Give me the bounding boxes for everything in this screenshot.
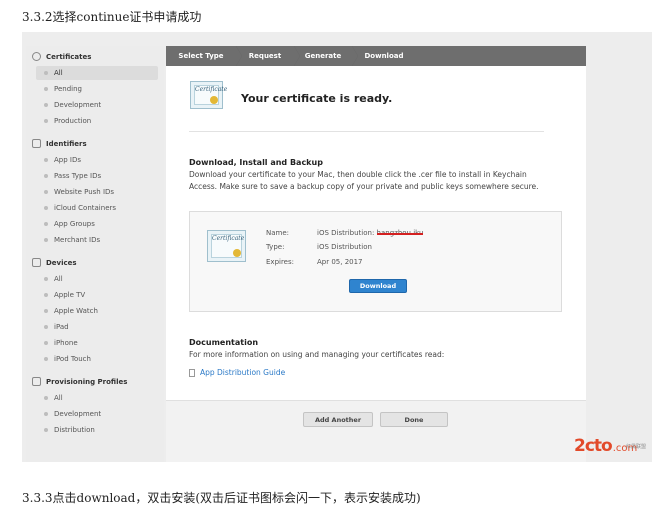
sidebar-item-app-groups[interactable]: App Groups xyxy=(36,217,158,231)
name-label: Name: xyxy=(266,229,290,237)
sidebar-item-icloud-containers[interactable]: iCloud Containers xyxy=(36,201,158,215)
step-generate: Generate xyxy=(294,46,358,66)
ready-title: Your certificate is ready. xyxy=(241,92,393,105)
device-icon xyxy=(32,258,41,267)
sidebar-item-devices-all[interactable]: All xyxy=(36,272,158,286)
step-select-type: Select Type xyxy=(166,46,242,66)
certificate-icon xyxy=(32,52,41,61)
sidebar-item-app-ids[interactable]: App IDs xyxy=(36,153,158,167)
download-text-line-1: Download your certificate to your Mac, t… xyxy=(189,170,527,179)
sidebar-item-apple-watch[interactable]: Apple Watch xyxy=(36,304,158,318)
sidebar-heading-provisioning-profiles[interactable]: Provisioning Profiles xyxy=(32,377,127,386)
sidebar-item-profiles-all[interactable]: All xyxy=(36,391,158,405)
certificate-icon-large: Certificate xyxy=(190,81,227,109)
name-value: iOS Distribution: hangzhou iku xyxy=(317,229,424,237)
sidebar-item-profiles-distribution[interactable]: Distribution xyxy=(36,423,158,437)
documentation-text: For more information on using and managi… xyxy=(189,350,445,359)
expires-value: Apr 05, 2017 xyxy=(317,258,363,266)
watermark-small-text: 红黑联盟 xyxy=(626,444,647,450)
sidebar-item-website-push-ids[interactable]: Website Push IDs xyxy=(36,185,158,199)
expires-label: Expires: xyxy=(266,258,294,266)
download-text-line-2: Access. Make sure to save a backup copy … xyxy=(189,182,539,191)
sidebar-item-apple-tv[interactable]: Apple TV xyxy=(36,288,158,302)
step-progress-bar: Select Type Request Generate Download xyxy=(166,46,586,66)
sidebar-item-merchant-ids[interactable]: Merchant IDs xyxy=(36,233,158,247)
done-button[interactable]: Done xyxy=(380,412,448,427)
divider xyxy=(189,131,544,132)
download-heading: Download, Install and Backup xyxy=(189,158,323,167)
sidebar-item-iphone[interactable]: iPhone xyxy=(36,336,158,350)
section-heading-top: 3.3.2选择continue证书申请成功 xyxy=(22,10,202,24)
type-label: Type: xyxy=(266,243,285,251)
sidebar-item-certificates-all[interactable]: All xyxy=(36,66,158,80)
document-icon xyxy=(189,368,195,377)
document-icon xyxy=(32,377,41,386)
step-download: Download xyxy=(352,46,416,66)
sidebar-heading-devices[interactable]: Devices xyxy=(32,258,77,267)
sidebar-item-pending[interactable]: Pending xyxy=(36,82,158,96)
download-button[interactable]: Download xyxy=(349,279,407,293)
footer-bar xyxy=(166,400,586,462)
sidebar-item-pass-type-ids[interactable]: Pass Type IDs xyxy=(36,169,158,183)
sidebar-heading-certificates[interactable]: Certificates xyxy=(32,52,91,61)
certificate-icon-small: Certificate xyxy=(207,230,246,262)
section-heading-bottom: 3.3.3点击download，双击安装(双击后证书图标会闪一下，表示安装成功) xyxy=(22,491,421,505)
id-card-icon xyxy=(32,139,41,148)
sidebar-item-profiles-development[interactable]: Development xyxy=(36,407,158,421)
sidebar-item-production[interactable]: Production xyxy=(36,114,158,128)
sidebar-heading-identifiers[interactable]: Identifiers xyxy=(32,139,87,148)
type-value: iOS Distribution xyxy=(317,243,372,251)
app-distribution-guide-link[interactable]: App Distribution Guide xyxy=(189,368,285,377)
redacted-name: hangzhou iku xyxy=(376,229,424,237)
sidebar: Certificates All Pending Development Pro… xyxy=(26,46,164,462)
sidebar-item-ipad[interactable]: iPad xyxy=(36,320,158,334)
sidebar-item-development[interactable]: Development xyxy=(36,98,158,112)
documentation-heading: Documentation xyxy=(189,338,259,347)
add-another-button[interactable]: Add Another xyxy=(303,412,373,427)
sidebar-item-ipod-touch[interactable]: iPod Touch xyxy=(36,352,158,366)
step-request: Request xyxy=(236,46,300,66)
